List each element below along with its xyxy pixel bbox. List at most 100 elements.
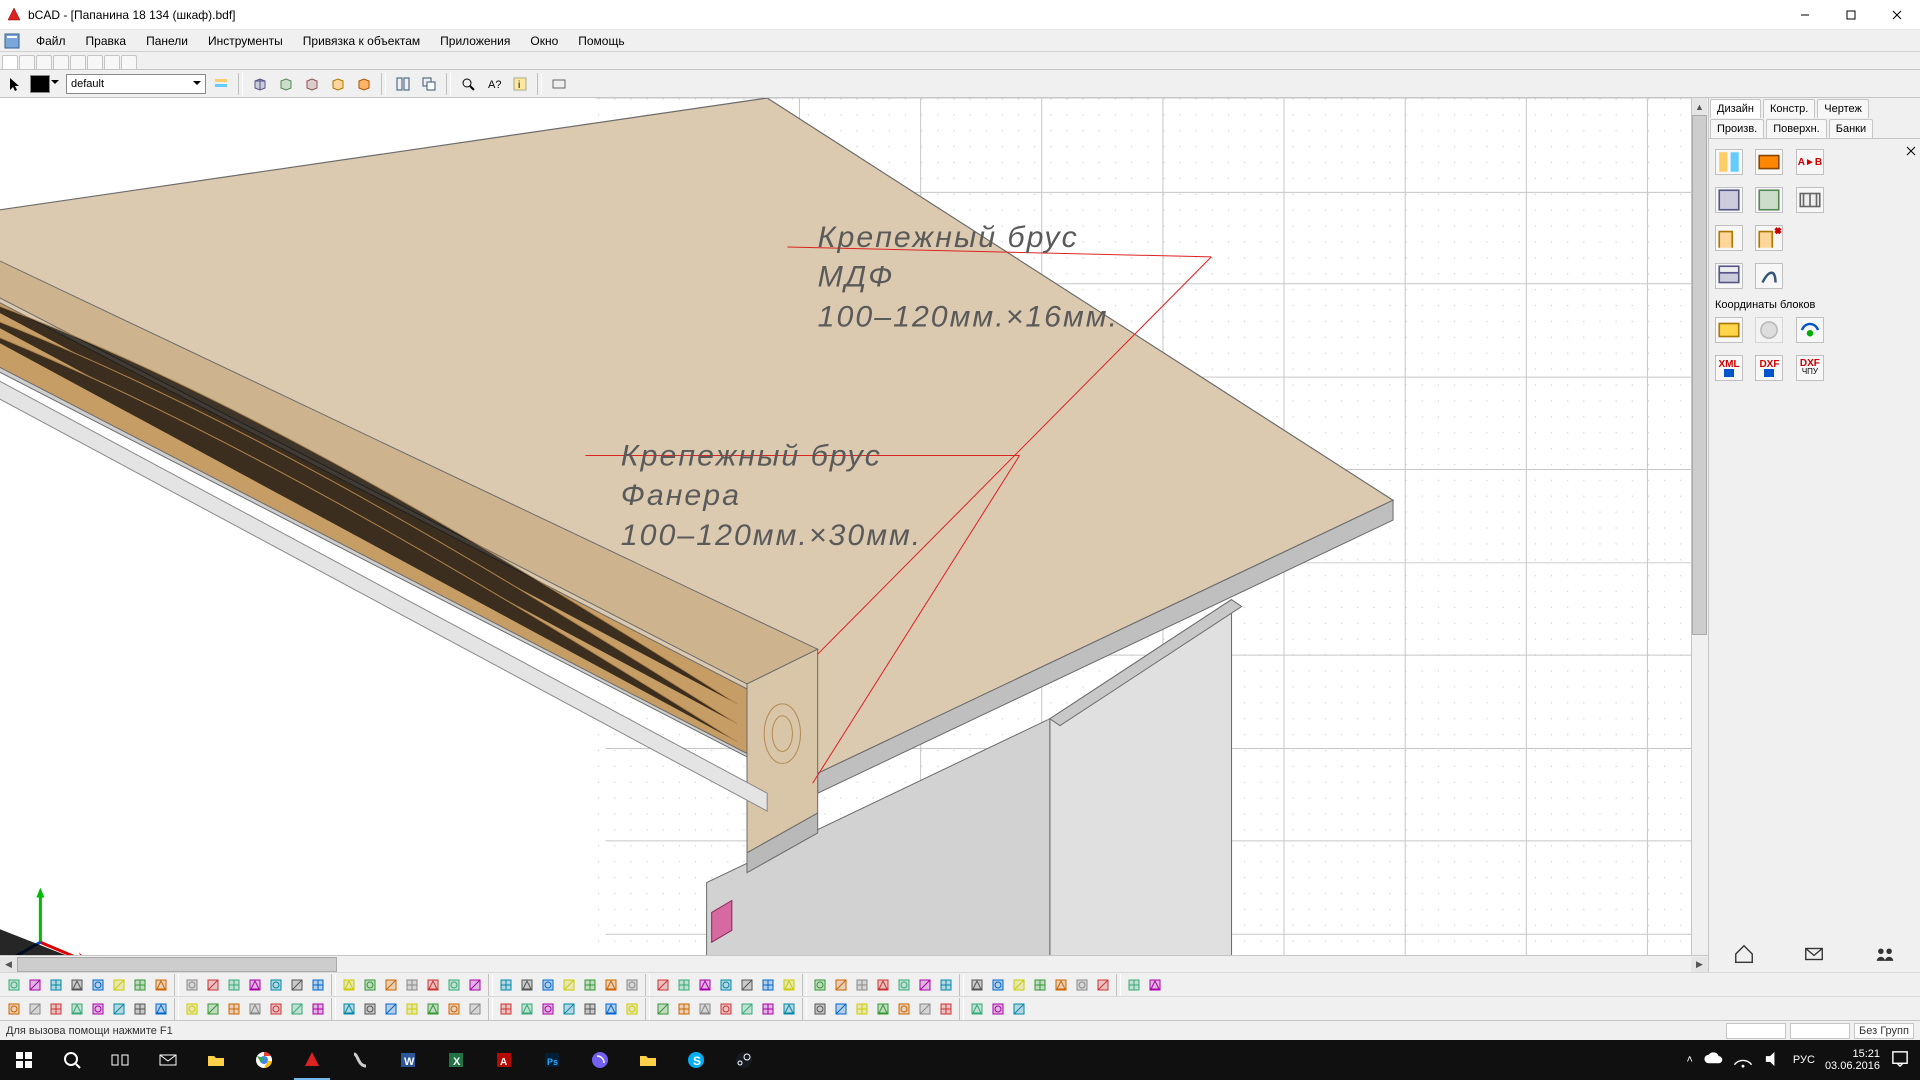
taskbar-mail-icon[interactable] — [144, 1040, 192, 1080]
tool-button[interactable] — [151, 975, 171, 995]
footer-mail-icon[interactable] — [1803, 944, 1825, 964]
tool-button[interactable] — [1093, 975, 1113, 995]
start-button[interactable] — [0, 1040, 48, 1080]
doc-tab[interactable] — [19, 55, 35, 69]
taskbar-chrome-icon[interactable] — [240, 1040, 288, 1080]
tool-button[interactable] — [130, 999, 150, 1019]
tool-button[interactable] — [339, 999, 359, 1019]
viewport-3d[interactable]: Крепежный брус МДФ 100–120мм.×16мм. Креп… — [0, 98, 1708, 972]
view-cube-1-icon[interactable] — [249, 73, 271, 95]
tool-button[interactable] — [266, 999, 286, 1019]
tool-button[interactable] — [915, 999, 935, 1019]
tool-button[interactable] — [465, 999, 485, 1019]
doc-tab[interactable] — [36, 55, 52, 69]
tool-button[interactable] — [381, 999, 401, 1019]
tool-button[interactable] — [1030, 975, 1050, 995]
pick-arrow-icon[interactable] — [4, 73, 26, 95]
tool-button[interactable] — [224, 975, 244, 995]
scroll-thumb[interactable] — [17, 957, 337, 972]
tool-button[interactable] — [517, 975, 537, 995]
tool-button[interactable] — [653, 975, 673, 995]
tool-button[interactable] — [967, 999, 987, 1019]
tool-button[interactable] — [402, 999, 422, 1019]
tool-button[interactable] — [444, 999, 464, 1019]
search-icon[interactable] — [48, 1040, 96, 1080]
scroll-up-icon[interactable]: ▲ — [1692, 98, 1707, 115]
taskbar-folder-icon[interactable] — [624, 1040, 672, 1080]
panel-btn-6[interactable] — [1715, 225, 1743, 251]
tool-button[interactable] — [88, 975, 108, 995]
tool-button[interactable] — [936, 999, 956, 1019]
tool-button[interactable] — [339, 975, 359, 995]
tool-button[interactable] — [266, 975, 286, 995]
footer-home-icon[interactable] — [1733, 944, 1755, 964]
tool-button[interactable] — [444, 975, 464, 995]
tool-button[interactable] — [779, 975, 799, 995]
tool-button[interactable] — [1009, 999, 1029, 1019]
tool-button[interactable] — [360, 975, 380, 995]
taskbar-acrobat-icon[interactable]: A — [480, 1040, 528, 1080]
tool-button[interactable] — [224, 999, 244, 1019]
tool-button[interactable] — [695, 999, 715, 1019]
current-color-swatch[interactable] — [30, 75, 50, 93]
tool-button[interactable] — [737, 975, 757, 995]
close-button[interactable] — [1874, 0, 1920, 30]
panel-close-icon[interactable] — [1906, 143, 1916, 153]
panel-btn-9[interactable] — [1755, 263, 1783, 289]
menu-edit[interactable]: Правка — [76, 32, 137, 50]
tool-button[interactable] — [538, 999, 558, 1019]
tool-button[interactable] — [423, 999, 443, 1019]
tool-button[interactable] — [674, 975, 694, 995]
doc-tab[interactable] — [53, 55, 69, 69]
view-cube-2-icon[interactable] — [275, 73, 297, 95]
doc-tab[interactable] — [121, 55, 137, 69]
panel-btn-ab[interactable]: A►B — [1796, 149, 1824, 175]
tool-button[interactable] — [653, 999, 673, 1019]
tool-button[interactable] — [46, 999, 66, 1019]
tool-button[interactable] — [580, 975, 600, 995]
tool-button[interactable] — [936, 975, 956, 995]
panel-btn-8[interactable] — [1715, 263, 1743, 289]
tool-button[interactable] — [601, 975, 621, 995]
coord-btn-3[interactable] — [1796, 317, 1824, 343]
tool-button[interactable] — [538, 975, 558, 995]
tool-button[interactable] — [716, 975, 736, 995]
tool-button[interactable] — [559, 999, 579, 1019]
task-view-icon[interactable] — [96, 1040, 144, 1080]
tool-button[interactable] — [695, 975, 715, 995]
taskbar-photoshop-icon[interactable]: Ps — [528, 1040, 576, 1080]
tool-button[interactable] — [245, 999, 265, 1019]
tool-button[interactable] — [1051, 975, 1071, 995]
panel-btn-2[interactable] — [1755, 149, 1783, 175]
tool-button[interactable] — [1145, 975, 1165, 995]
tool-button[interactable] — [810, 999, 830, 1019]
taskbar-excel-icon[interactable]: X — [432, 1040, 480, 1080]
tab-surfaces[interactable]: Поверхн. — [1766, 119, 1827, 138]
tool-button[interactable] — [988, 999, 1008, 1019]
footer-people-icon[interactable] — [1874, 944, 1896, 964]
tool-button[interactable] — [1072, 975, 1092, 995]
tool-button[interactable] — [423, 975, 443, 995]
menu-apps[interactable]: Приложения — [430, 32, 520, 50]
tool-button[interactable] — [25, 975, 45, 995]
tool-button[interactable] — [894, 975, 914, 995]
tool-button[interactable] — [873, 999, 893, 1019]
tool-button[interactable] — [622, 999, 642, 1019]
tool-button[interactable] — [622, 975, 642, 995]
find-text-icon[interactable]: A? — [483, 73, 505, 95]
layer-props-icon[interactable] — [210, 73, 232, 95]
tool-button[interactable] — [517, 999, 537, 1019]
tool-button[interactable] — [203, 999, 223, 1019]
export-dxf-cnc-button[interactable]: DXFЧПУ — [1796, 355, 1824, 381]
tool-button[interactable] — [601, 999, 621, 1019]
tool-button[interactable] — [109, 999, 129, 1019]
tool-button[interactable] — [4, 975, 24, 995]
tool-button[interactable] — [360, 999, 380, 1019]
coord-btn-1[interactable] — [1715, 317, 1743, 343]
tool-button[interactable] — [4, 999, 24, 1019]
tab-banks[interactable]: Банки — [1829, 119, 1873, 138]
tool-button[interactable] — [779, 999, 799, 1019]
tool-button[interactable] — [496, 999, 516, 1019]
scroll-right-icon[interactable]: ▶ — [1691, 957, 1708, 972]
tool-button[interactable] — [894, 999, 914, 1019]
